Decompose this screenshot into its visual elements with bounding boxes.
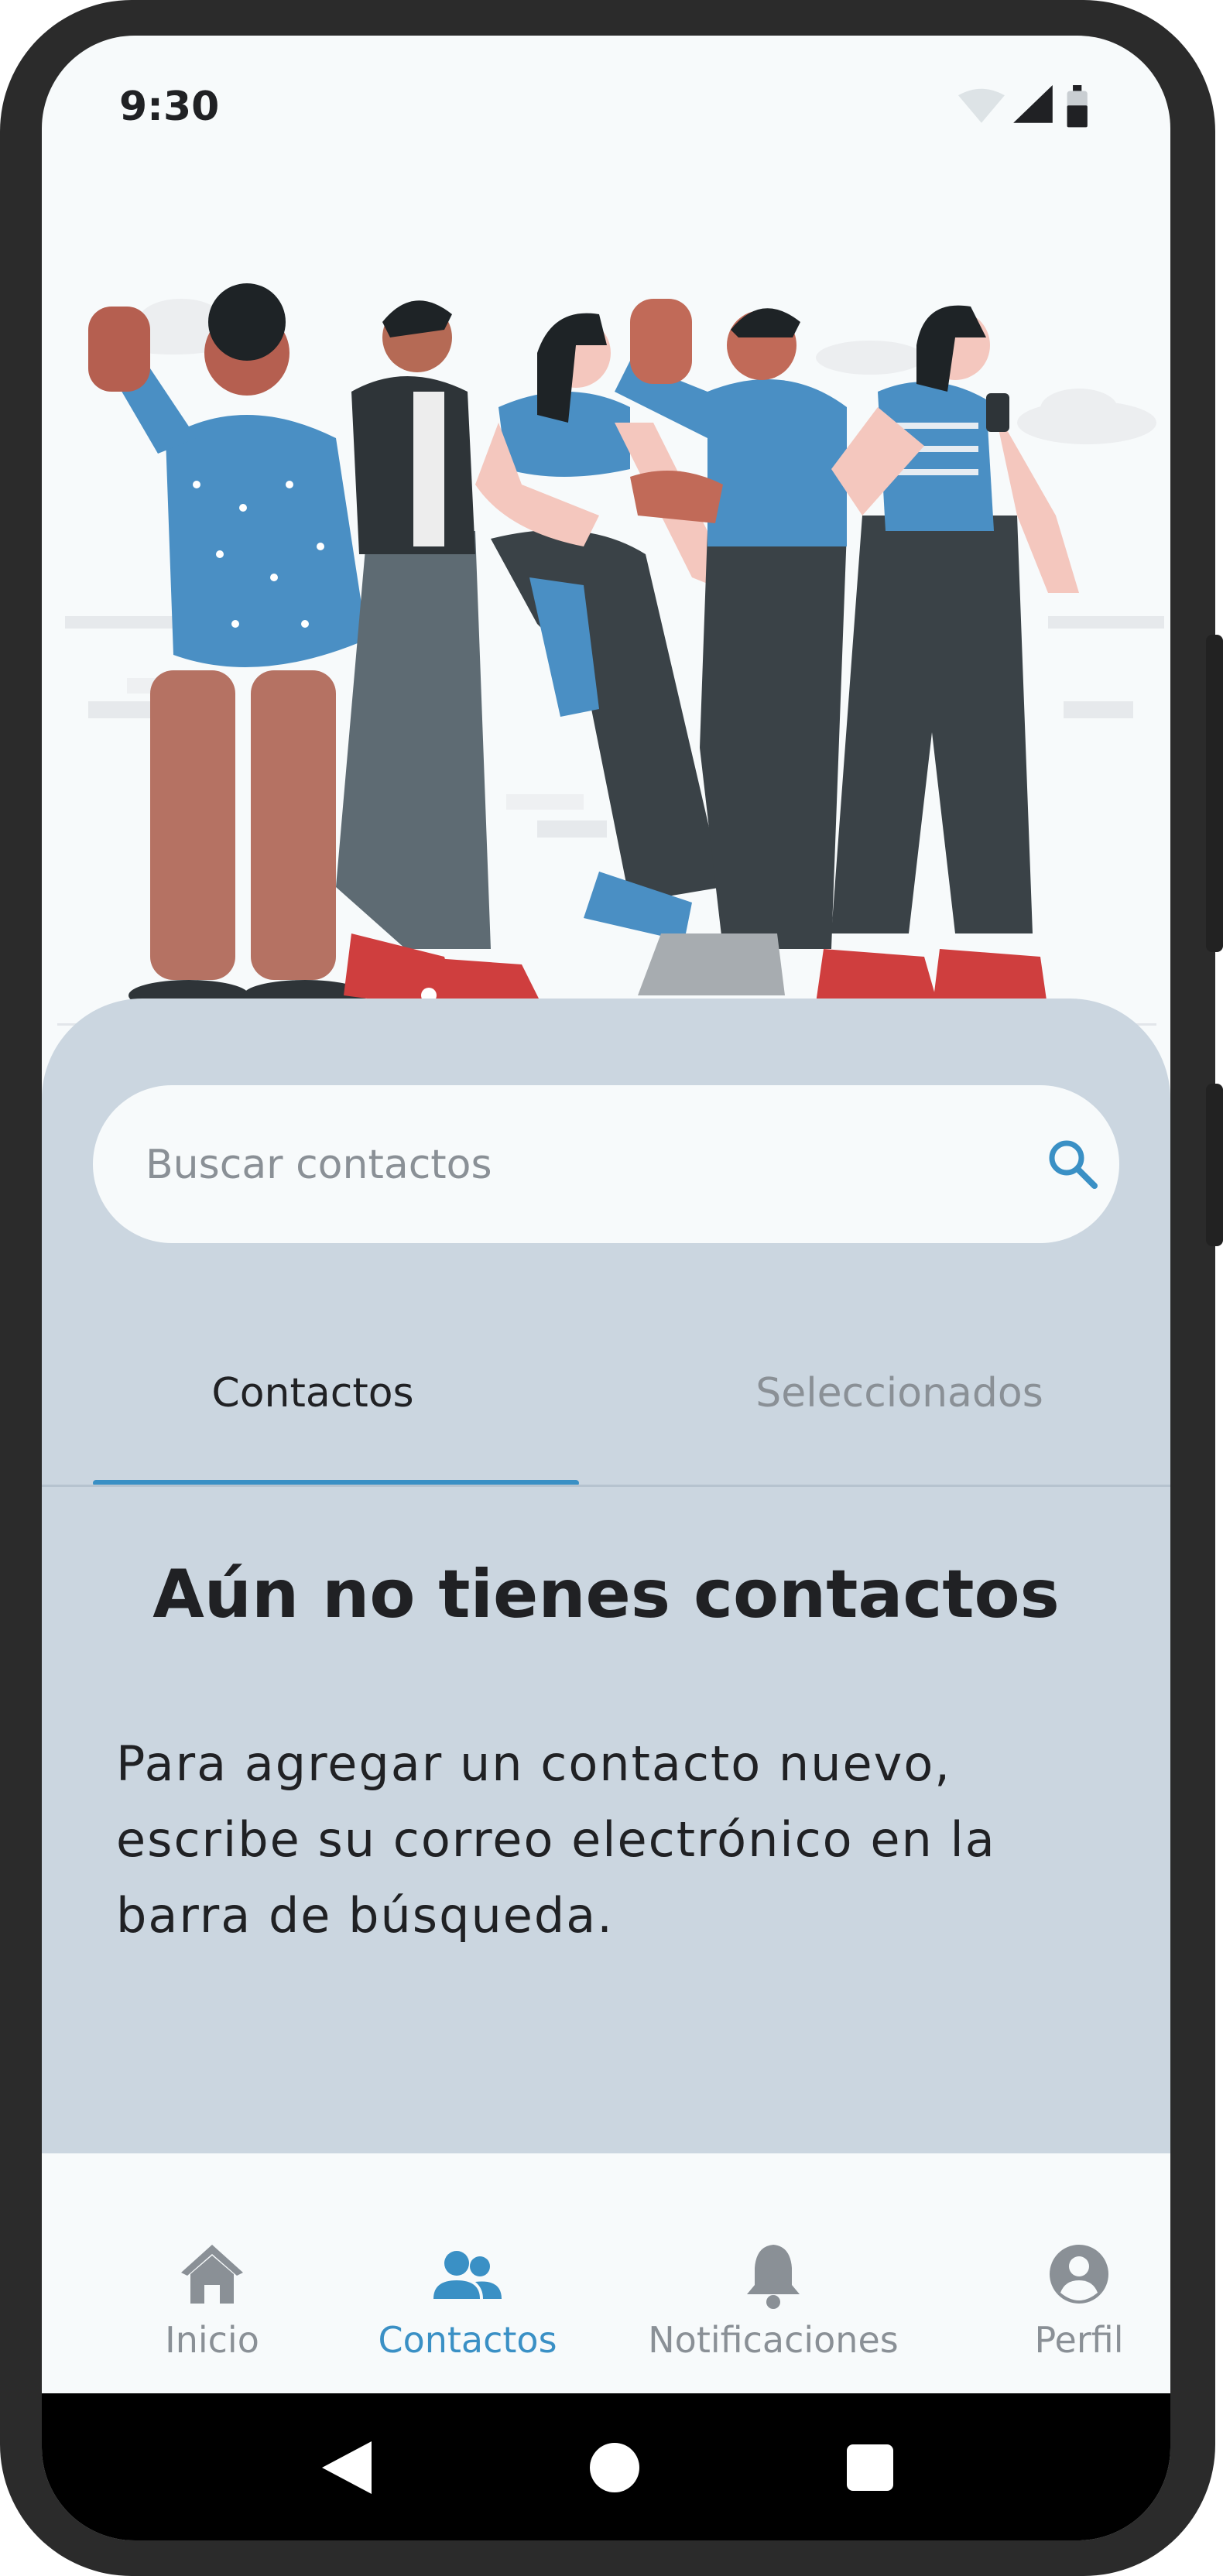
signal-icon [1013, 85, 1053, 123]
screen: 9:30 Buscar contactos Contactos Seleccio… [42, 36, 1170, 2540]
empty-state-description: Para agregar un contacto nuevo, escribe … [116, 1735, 996, 1944]
search-bar[interactable] [93, 1085, 1119, 1245]
nav-label-contactos: Contactos [378, 2319, 557, 2361]
system-navigation-bar [42, 2393, 1170, 2540]
nav-label-perfil: Perfil [1034, 2319, 1124, 2361]
home-icon [181, 2245, 243, 2304]
hero-illustration [42, 190, 1170, 1042]
power-button [1206, 635, 1223, 952]
recents-icon [847, 2444, 893, 2491]
tab-bar: Contactos Seleccionados [42, 1308, 1170, 1488]
nav-label-notificaciones: Notificaciones [648, 2319, 899, 2361]
bell-icon [747, 2245, 800, 2309]
profile-icon [1050, 2245, 1108, 2304]
empty-state-title: Aún no tienes contactos [152, 1556, 1060, 1633]
tab-contactos[interactable]: Contactos [42, 1308, 584, 1478]
search-input[interactable] [144, 1085, 999, 1245]
status-bar: 9:30 [42, 36, 1170, 190]
volume-button [1206, 1084, 1223, 1246]
bottom-navigation: Inicio Contactos Notificaciones Perfil [42, 2153, 1170, 2393]
nav-item-perfil[interactable]: Perfil [963, 2153, 1170, 2393]
status-time: 9:30 [119, 84, 220, 130]
search-icon[interactable] [1045, 1136, 1101, 1192]
nav-item-inicio[interactable]: Inicio [88, 2153, 336, 2393]
nav-item-notificaciones[interactable]: Notificaciones [599, 2153, 947, 2393]
system-nav-icons [322, 2441, 893, 2494]
nav-label-inicio: Inicio [165, 2319, 259, 2361]
battery-icon [1067, 85, 1088, 128]
back-icon [322, 2441, 372, 2494]
contacts-icon [433, 2251, 502, 2299]
home-circle-icon [590, 2443, 639, 2492]
status-icons [958, 85, 1088, 128]
tabs-divider [42, 1485, 1170, 1487]
tab-seleccionados[interactable]: Seleccionados [629, 1308, 1170, 1478]
wifi-icon [958, 88, 1005, 123]
nav-item-contactos[interactable]: Contactos [344, 2153, 591, 2393]
